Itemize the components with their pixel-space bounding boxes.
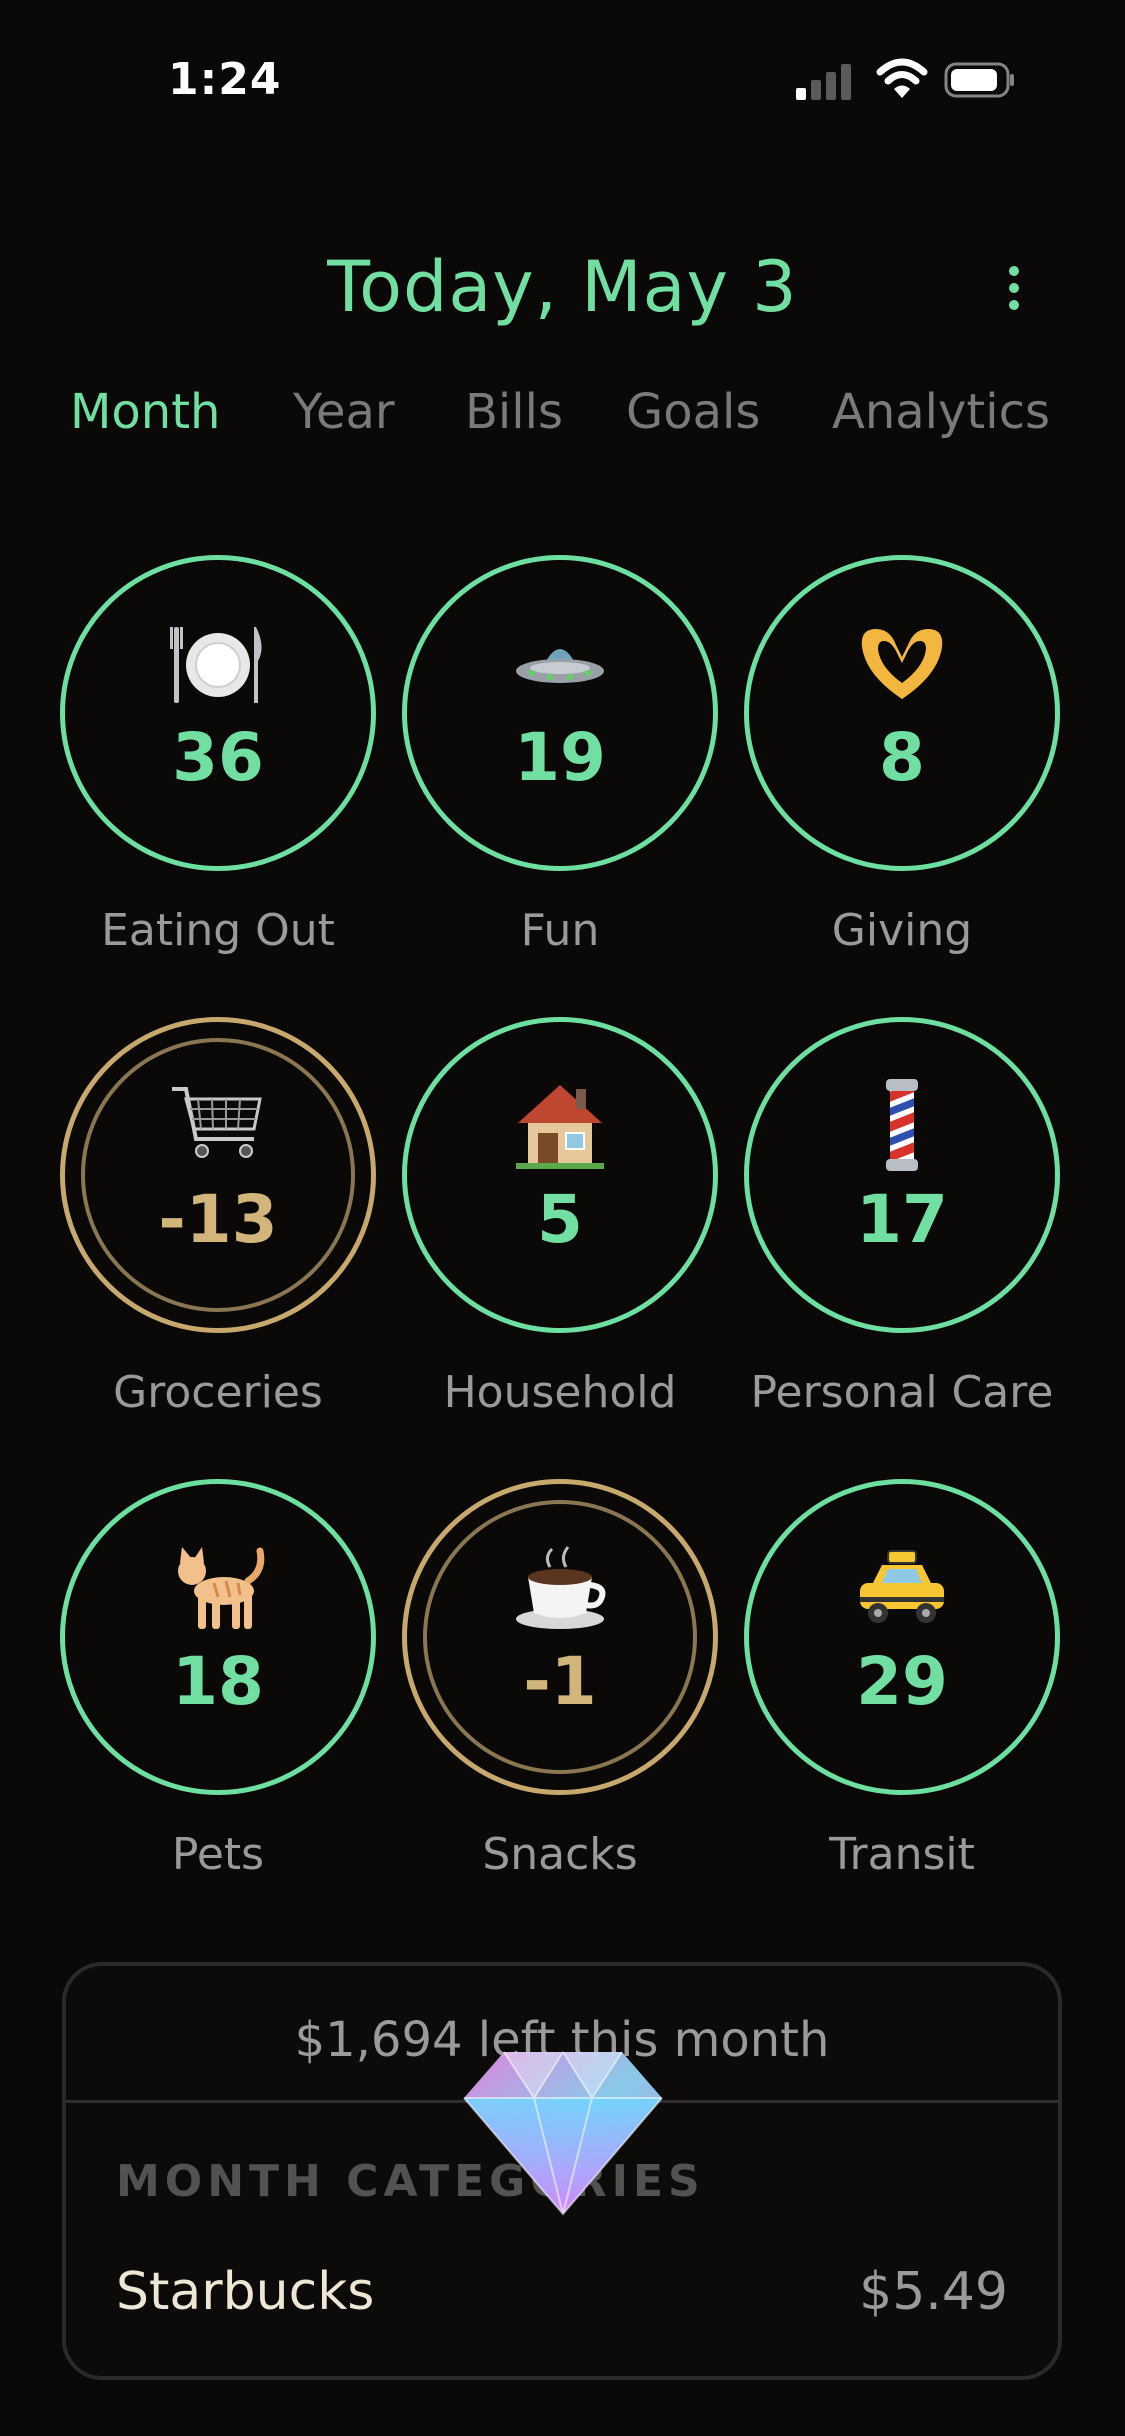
category-snacks[interactable]: -1 Snacks [402, 1479, 722, 1899]
category-value: -1 [523, 1643, 597, 1720]
more-vertical-icon [1009, 266, 1019, 276]
battery-icon [944, 62, 1014, 98]
category-label: Household [443, 1367, 677, 1418]
wifi-icon [876, 58, 928, 98]
tab-month[interactable]: Month [70, 384, 220, 440]
category-fun[interactable]: 19 Fun [402, 555, 722, 975]
category-value: 18 [172, 1643, 264, 1720]
category-label: Giving [831, 905, 973, 956]
category-value: 17 [856, 1181, 948, 1258]
category-value: 19 [514, 719, 606, 796]
category-eating-out[interactable]: 36 Eating Out [60, 555, 380, 975]
category-transit[interactable]: 29 Transit [744, 1479, 1064, 1899]
category-value: 29 [856, 1643, 948, 1720]
category-pets[interactable]: 18 Pets [60, 1479, 380, 1899]
transaction-name[interactable]: Starbucks [116, 2262, 374, 2322]
coffee-cup-icon [402, 1537, 718, 1637]
category-label: Transit [829, 1829, 975, 1880]
cat-icon [60, 1537, 376, 1637]
category-giving[interactable]: 8 Giving [744, 555, 1064, 975]
category-value: 5 [537, 1181, 583, 1258]
tab-year[interactable]: Year [293, 384, 395, 440]
status-time: 1:24 [168, 54, 282, 105]
taxi-icon [744, 1537, 1060, 1637]
category-personal-care[interactable]: 17 Personal Care [744, 1017, 1064, 1437]
category-groceries[interactable]: -13 Groceries [60, 1017, 380, 1437]
tab-goals[interactable]: Goals [626, 384, 760, 440]
tab-bills[interactable]: Bills [465, 384, 563, 440]
cellular-signal-icon [796, 62, 856, 100]
category-label: Eating Out [101, 905, 335, 956]
category-label: Snacks [482, 1829, 638, 1880]
diamond-icon[interactable] [460, 2046, 666, 2216]
tab-analytics[interactable]: Analytics [832, 384, 1050, 440]
category-label: Personal Care [750, 1367, 1054, 1418]
house-icon [402, 1075, 718, 1175]
status-bar: 1:24 [0, 0, 1125, 150]
ufo-icon [402, 613, 718, 713]
category-label: Fun [520, 905, 600, 956]
shopping-cart-icon [60, 1075, 376, 1175]
plate-cutlery-icon [60, 613, 376, 713]
category-value: -13 [158, 1181, 278, 1258]
category-value: 36 [172, 719, 264, 796]
category-label: Groceries [113, 1367, 323, 1418]
heart-hands-icon [744, 613, 1060, 713]
transaction-amount: $5.49 [859, 2262, 1008, 2322]
page-title: Today, May 3 [327, 246, 798, 328]
category-value: 8 [879, 719, 925, 796]
barber-pole-icon [744, 1075, 1060, 1175]
category-label: Pets [171, 1829, 265, 1880]
more-options-button[interactable] [998, 258, 1030, 318]
category-household[interactable]: 5 Household [402, 1017, 722, 1437]
tab-bar: Month Year Bills Goals Analytics [0, 384, 1125, 454]
